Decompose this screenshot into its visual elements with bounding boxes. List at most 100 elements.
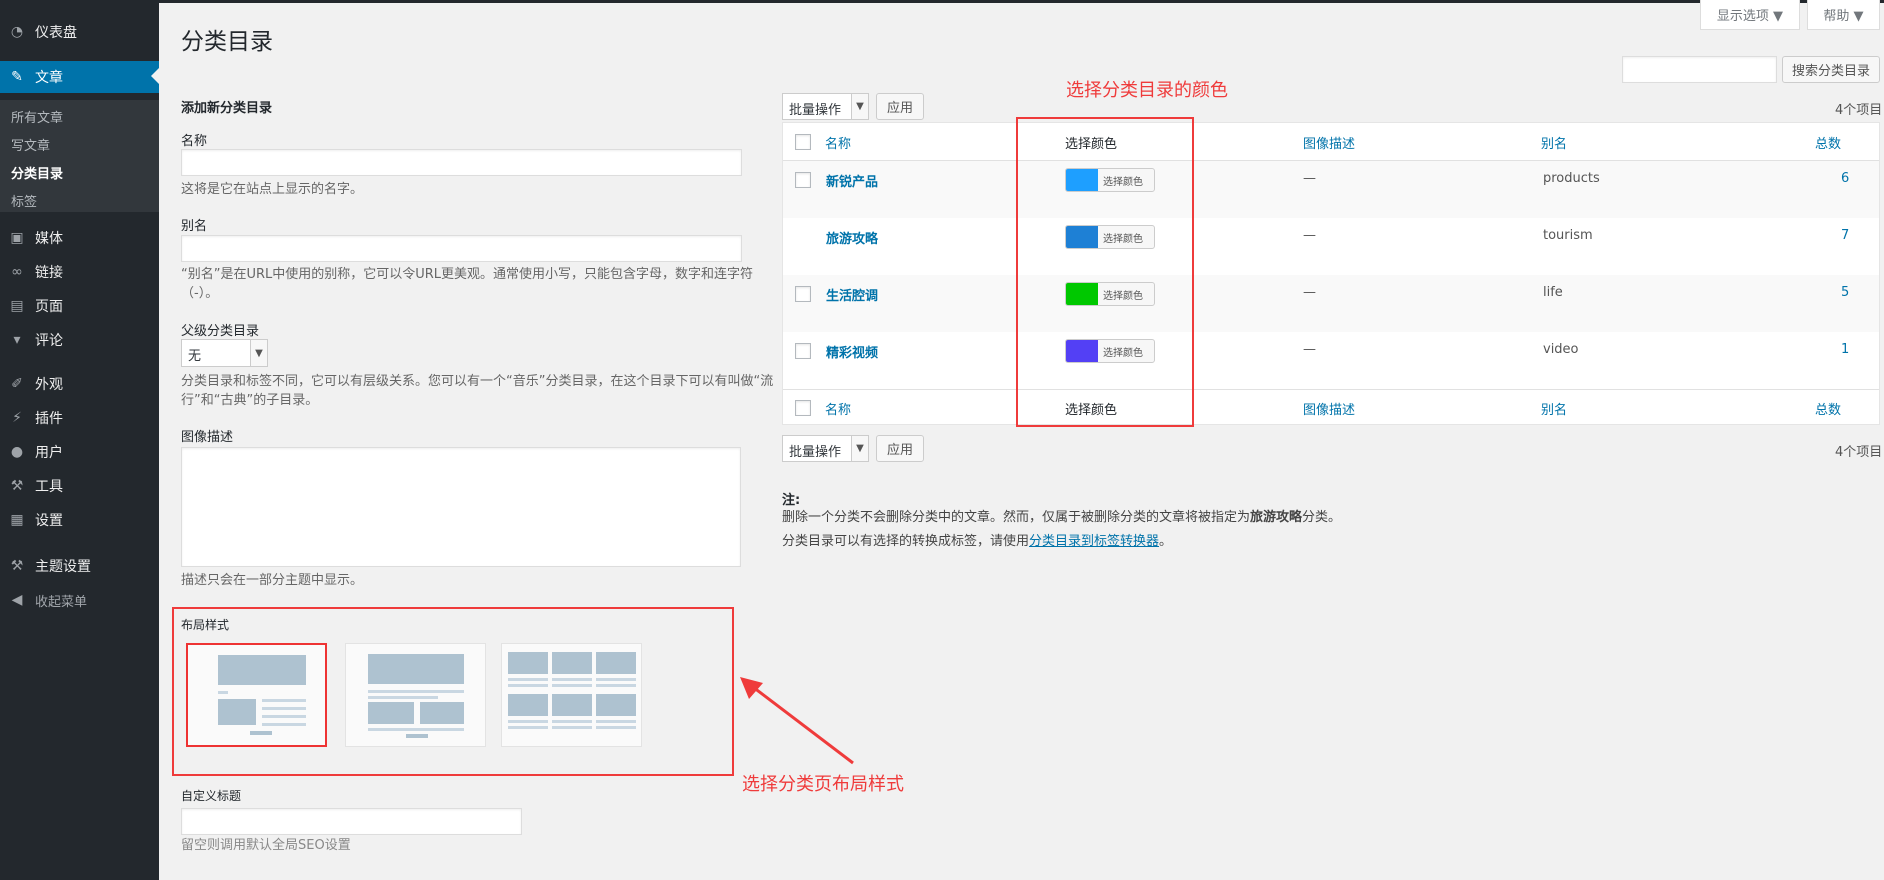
note-line-1: 删除一个分类不会删除分类中的文章。然而，仅属于被删除分类的文章将被指定为旅游攻略… (782, 510, 1342, 525)
layout-option-2[interactable] (345, 643, 486, 747)
bulk-actions-value: 批量操作 (789, 103, 842, 118)
custom-title-input[interactable] (181, 808, 522, 835)
chevron-down-icon: ▼ (250, 340, 267, 366)
chevron-down-icon: ▼ (851, 436, 868, 461)
row-checkbox[interactable] (795, 286, 811, 302)
layout-label: 布局样式 (181, 618, 230, 632)
column-footer-description[interactable]: 图像描述 (1303, 399, 1355, 418)
column-header-count[interactable]: 总数 (1815, 133, 1841, 152)
parent-select-value: 无 (188, 349, 202, 364)
page-icon: ▤ (10, 298, 24, 314)
slug-label: 别名 (181, 219, 208, 234)
column-footer-slug[interactable]: 别名 (1541, 399, 1567, 418)
sidebar-item-links[interactable]: ∞ 链接 (0, 257, 159, 287)
note-line-2: 分类目录可以有选择的转换成标签，请使用分类目录到标签转换器。 (782, 534, 1173, 549)
column-footer-name[interactable]: 名称 (825, 399, 851, 418)
bulk-actions-value: 批量操作 (789, 445, 842, 460)
column-header-slug[interactable]: 别名 (1541, 133, 1567, 152)
sidebar-item-comments[interactable]: ▾ 评论 (0, 325, 159, 355)
sidebar-item-dashboard[interactable]: ◔ 仪表盘 (0, 17, 159, 47)
search-categories-button[interactable]: 搜索分类目录 (1782, 56, 1880, 83)
brush-icon: ✐ (11, 376, 23, 392)
layout-option-1[interactable] (186, 643, 327, 747)
sidebar-item-settings[interactable]: ▦ 设置 (0, 505, 159, 535)
description-cell: — (1303, 171, 1316, 186)
bulk-actions-select-top[interactable]: 批量操作 ▼ (782, 93, 869, 120)
slug-cell: products (1543, 171, 1600, 186)
sidebar-item-plugins[interactable]: ⚡ 插件 (0, 403, 159, 433)
categories-table: 名称 选择颜色 图像描述 别名 总数 新锐产品 选择颜色 — products … (782, 122, 1880, 425)
sidebar-item-users[interactable]: ● 用户 (0, 437, 159, 467)
category-name-link[interactable]: 旅游攻略 (826, 228, 878, 247)
page-title: 分类目录 (181, 29, 273, 55)
row-checkbox[interactable] (795, 172, 811, 188)
table-row (783, 161, 1879, 218)
apply-button-bottom[interactable]: 应用 (876, 435, 924, 462)
description-cell: — (1303, 342, 1316, 357)
help-button[interactable]: 帮助 ▼ (1807, 0, 1880, 30)
comment-icon: ▾ (13, 332, 21, 348)
apply-button-top[interactable]: 应用 (876, 93, 924, 120)
count-link[interactable]: 5 (1841, 285, 1849, 300)
count-link[interactable]: 6 (1841, 171, 1849, 186)
slug-help-line1: “别名”是在URL中使用的别称，它可以令URL更美观。通常使用小写，只能包含字母… (181, 267, 754, 282)
sidebar-item-theme-settings[interactable]: ⚒ 主题设置 (0, 551, 159, 581)
row-checkbox[interactable] (795, 343, 811, 359)
column-footer-count[interactable]: 总数 (1815, 399, 1841, 418)
table-row (783, 332, 1879, 389)
chevron-down-icon: ▼ (851, 94, 868, 119)
submenu-all-posts[interactable]: 所有文章 (11, 107, 63, 126)
parent-select[interactable]: 无 ▼ (181, 339, 268, 367)
layout-annotation-text: 选择分类页布局样式 (742, 774, 904, 795)
bulk-actions-select-bottom[interactable]: 批量操作 ▼ (782, 435, 869, 462)
items-count-top: 4个项目 (1835, 103, 1883, 118)
hammer-icon: ⚒ (10, 558, 24, 574)
settings-icon: ▦ (10, 512, 24, 528)
description-help: 描述只会在一部分主题中显示。 (181, 573, 364, 588)
slug-cell: life (1543, 285, 1563, 300)
media-icon: ▣ (10, 230, 24, 246)
custom-title-help: 留空则调用默认全局SEO设置 (181, 838, 351, 853)
custom-title-label: 自定义标题 (181, 789, 242, 803)
sidebar-item-pages[interactable]: ▤ 页面 (0, 291, 159, 321)
slug-cell: video (1543, 342, 1579, 357)
slug-input[interactable] (181, 235, 742, 262)
user-icon: ● (10, 444, 24, 460)
sidebar-collapse-menu[interactable]: ◀ 收起菜单 (0, 585, 159, 615)
category-name-link[interactable]: 生活腔调 (826, 285, 878, 304)
tag-converter-link[interactable]: 分类目录到标签转换器 (1029, 534, 1159, 549)
annotation-arrow-icon (740, 677, 854, 765)
color-highlight-box (1016, 117, 1194, 427)
name-label: 名称 (181, 134, 208, 149)
collapse-icon: ◀ (11, 592, 23, 608)
column-header-description[interactable]: 图像描述 (1303, 133, 1355, 152)
admin-sidebar: ◔ 仪表盘 ✎ 文章 所有文章 写文章 分类目录 标签 ▣ 媒体 ∞ 链接 ▤ 页面 ▾ 评… (0, 0, 159, 880)
dashboard-icon: ◔ (10, 24, 24, 40)
parent-help-line1: 分类目录和标签不同，它可以有层级关系。您可以有一个“音乐”分类目录，在这个目录下… (181, 374, 774, 389)
column-header-name[interactable]: 名称 (825, 133, 851, 152)
search-input[interactable] (1622, 56, 1777, 83)
note-title: 注: (782, 493, 801, 508)
submenu-new-post[interactable]: 写文章 (11, 135, 50, 154)
sidebar-item-posts[interactable]: ✎ 文章 (0, 61, 159, 93)
category-name-link[interactable]: 新锐产品 (826, 171, 878, 190)
select-all-checkbox-bottom[interactable] (795, 400, 811, 416)
screen-options-button[interactable]: 显示选项 ▼ (1700, 0, 1800, 30)
table-row (783, 275, 1879, 332)
category-name-link[interactable]: 精彩视频 (826, 342, 878, 361)
count-link[interactable]: 7 (1841, 228, 1849, 243)
submenu-categories[interactable]: 分类目录 (11, 163, 63, 182)
sidebar-item-appearance[interactable]: ✐ 外观 (0, 369, 159, 399)
submenu-tags[interactable]: 标签 (11, 191, 37, 210)
description-textarea[interactable] (181, 447, 741, 567)
sidebar-item-tools[interactable]: ⚒ 工具 (0, 471, 159, 501)
select-all-checkbox-top[interactable] (795, 134, 811, 150)
slug-help-line2: （-）。 (181, 286, 219, 301)
count-link[interactable]: 1 (1841, 342, 1849, 357)
layout-option-3[interactable] (501, 643, 642, 747)
sidebar-item-media[interactable]: ▣ 媒体 (0, 223, 159, 253)
name-input[interactable] (181, 149, 742, 176)
wrench-icon: ⚒ (10, 478, 24, 494)
plugin-icon: ⚡ (12, 410, 22, 426)
footer-divider (783, 389, 1879, 390)
